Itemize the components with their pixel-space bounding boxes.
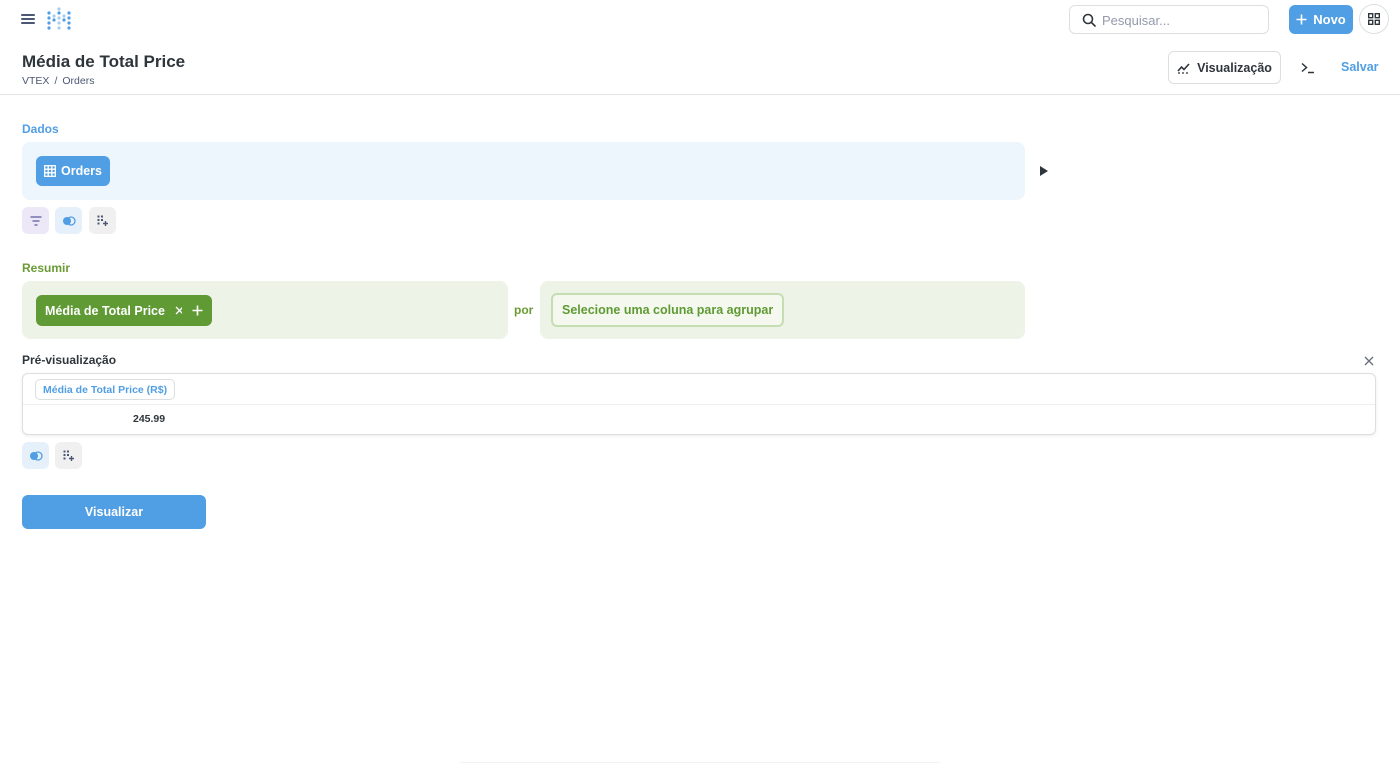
search-box[interactable] xyxy=(1069,5,1269,34)
breadcrumb-database[interactable]: VTEX xyxy=(22,75,49,87)
breadcrumb: VTEX / Orders xyxy=(22,75,94,87)
new-button[interactable]: Novo xyxy=(1289,5,1353,34)
line-chart-icon xyxy=(1177,62,1190,74)
column-header[interactable]: Média de Total Price (R$) xyxy=(35,379,176,400)
visualize-button[interactable]: Visualizar xyxy=(22,495,206,529)
data-step: Orders xyxy=(22,142,1025,200)
toggle-circles-icon xyxy=(29,450,43,461)
custom-column-button[interactable] xyxy=(55,207,82,234)
terminal-icon xyxy=(1301,62,1314,74)
metabase-logo-icon[interactable] xyxy=(46,6,72,32)
data-section-label: Dados xyxy=(22,122,59,136)
group-by-select[interactable]: Selecione uma coluna para agrupar xyxy=(551,293,785,327)
table-cell: 245.99 xyxy=(133,413,166,425)
search-input[interactable] xyxy=(1102,10,1262,30)
table-icon xyxy=(44,165,56,177)
aggregation-label: Média de Total Price xyxy=(45,303,165,318)
preview-label: Pré-visualização xyxy=(22,353,117,367)
play-icon[interactable] xyxy=(1040,166,1048,176)
visualization-label: Visualização xyxy=(1197,60,1272,75)
by-label: por xyxy=(514,303,534,317)
preview-table: Média de Total Price (R$) 245.99 xyxy=(22,373,1376,435)
new-button-label: Novo xyxy=(1313,12,1346,27)
page-title: Média de Total Price xyxy=(22,52,186,71)
save-button[interactable]: Salvar xyxy=(1341,60,1379,74)
visualization-button[interactable]: Visualização xyxy=(1168,51,1281,84)
search-icon xyxy=(1082,13,1096,27)
aggregation-pill[interactable]: Média de Total Price xyxy=(36,295,193,326)
breadcrumb-separator: / xyxy=(54,75,58,87)
grid-icon xyxy=(1368,13,1380,25)
sort-grid-icon xyxy=(97,215,108,226)
add-aggregation-button[interactable] xyxy=(182,295,212,326)
view-sql-button[interactable] xyxy=(1296,57,1320,79)
filter-icon xyxy=(30,215,41,226)
hamburger-menu-icon[interactable] xyxy=(21,12,35,26)
table-header-row: Média de Total Price (R$) xyxy=(23,374,1375,405)
sort-grid-icon xyxy=(63,450,74,461)
summarize-section-label: Resumir xyxy=(22,261,71,275)
breadcrumb-table[interactable]: Orders xyxy=(62,75,94,87)
toggle-circles-icon xyxy=(62,215,76,226)
sort-button-2[interactable] xyxy=(55,442,82,469)
top-navbar: Novo xyxy=(0,0,1400,40)
sort-button[interactable] xyxy=(89,207,116,234)
apps-grid-button[interactable] xyxy=(1359,4,1389,34)
custom-column-button-2[interactable] xyxy=(22,442,49,469)
summarize-step: Média de Total Price xyxy=(22,281,508,339)
data-source-label: Orders xyxy=(61,164,102,178)
query-header: Média de Total Price VTEX / Orders Visua… xyxy=(0,40,1400,95)
close-preview-icon[interactable] xyxy=(1363,354,1375,366)
divider xyxy=(460,762,940,763)
add-filter-button[interactable] xyxy=(22,207,49,234)
plus-icon xyxy=(1296,14,1307,25)
plus-icon xyxy=(192,305,202,316)
data-source-pill[interactable]: Orders xyxy=(36,156,110,186)
group-by-step: Selecione uma coluna para agrupar xyxy=(540,281,1025,339)
